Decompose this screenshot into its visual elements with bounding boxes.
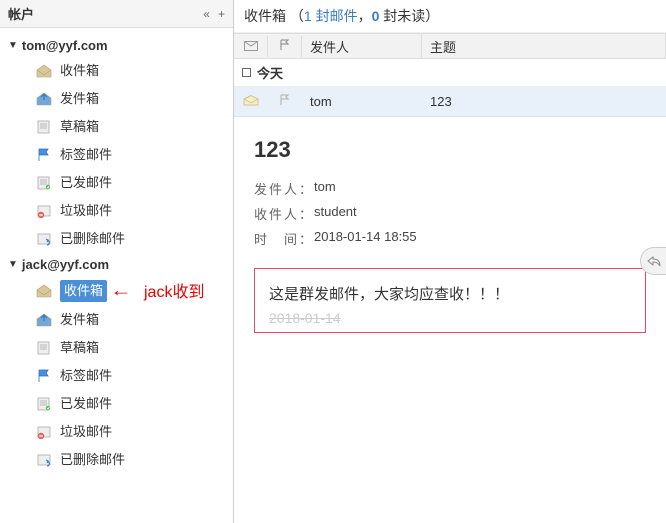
tagged-icon xyxy=(36,148,52,162)
sent-icon xyxy=(36,176,52,190)
folder-label: 发件箱 xyxy=(60,310,99,330)
mail-preview: 123 发件人： tom 收件人： student 时 间： 2018-01-1… xyxy=(234,117,666,523)
folder-label: 已发邮件 xyxy=(60,173,112,193)
folder-label: 草稿箱 xyxy=(60,338,99,358)
folder-label: 草稿箱 xyxy=(60,117,99,137)
sidebar-header: 帐户 « + xyxy=(0,0,233,28)
account-node[interactable]: ▼ tom@yyf.com xyxy=(0,34,233,57)
account-tree: ▼tom@yyf.com收件箱发件箱草稿箱标签邮件已发邮件垃圾邮件已删除邮件▼j… xyxy=(0,28,233,523)
folder-sent[interactable]: 已发邮件 xyxy=(0,169,233,197)
col-read-icon[interactable] xyxy=(234,36,268,57)
drafts-icon xyxy=(36,341,52,355)
col-flag-icon[interactable] xyxy=(268,36,302,57)
trash-icon xyxy=(36,425,52,439)
caret-down-icon: ▼ xyxy=(8,259,18,270)
count-total: 1 封邮件 xyxy=(304,8,358,24)
sender-label: 发件人： xyxy=(254,179,314,198)
mail-row[interactable]: tom123 xyxy=(234,87,666,117)
collapse-icon[interactable]: « xyxy=(203,7,210,21)
account-node[interactable]: ▼ jack@yyf.com xyxy=(0,253,233,276)
folder-label: 已删除邮件 xyxy=(60,450,125,470)
recipient-label: 收件人： xyxy=(254,204,314,223)
row-subject: 123 xyxy=(422,91,666,112)
group-today[interactable]: 今天 xyxy=(234,59,666,87)
folder-label: 发件箱 xyxy=(60,89,99,109)
folder-inbox[interactable]: 收件箱 xyxy=(0,276,233,306)
drafts-icon xyxy=(36,120,52,134)
folder-label: 收件箱 xyxy=(60,61,99,81)
mail-rows: tom123 xyxy=(234,87,666,117)
preview-time: 2018-01-14 18:55 xyxy=(314,229,417,248)
add-account-icon[interactable]: + xyxy=(218,7,225,21)
tagged-icon xyxy=(36,369,52,383)
outbox-icon xyxy=(36,92,52,106)
sidebar-controls: « + xyxy=(203,7,225,21)
mail-list-title: 收件箱 （1 封邮件，0 封未读） xyxy=(234,0,666,33)
mail-counts: （1 封邮件，0 封未读） xyxy=(290,8,439,24)
inbox-icon xyxy=(36,284,52,298)
folder-sent[interactable]: 已发邮件 xyxy=(0,390,233,418)
collapse-square-icon xyxy=(242,68,251,77)
folder-label: 已删除邮件 xyxy=(60,229,125,249)
folder-drafts[interactable]: 草稿箱 xyxy=(0,113,233,141)
reply-tab[interactable] xyxy=(640,247,666,275)
folder-label: 已发邮件 xyxy=(60,394,112,414)
folder-label: 标签邮件 xyxy=(60,366,112,386)
preview-body-box: 这是群发邮件，大家均应查收！！！ 2018-01-14 xyxy=(254,268,646,333)
folder-deleted[interactable]: 已删除邮件 xyxy=(0,225,233,253)
mail-list-header: 发件人 主题 xyxy=(234,33,666,59)
folder-label: 垃圾邮件 xyxy=(60,201,112,221)
outbox-icon xyxy=(36,313,52,327)
caret-down-icon: ▼ xyxy=(8,40,18,51)
folder-trash[interactable]: 垃圾邮件 xyxy=(0,197,233,225)
folder-drafts[interactable]: 草稿箱 xyxy=(0,334,233,362)
folder-trash[interactable]: 垃圾邮件 xyxy=(0,418,233,446)
main-pane: 收件箱 （1 封邮件，0 封未读） 发件人 主题 今天 tom123 123 发… xyxy=(234,0,666,523)
col-subject[interactable]: 主题 xyxy=(422,34,666,59)
folder-deleted[interactable]: 已删除邮件 xyxy=(0,446,233,474)
read-status-icon xyxy=(234,91,268,112)
folder-outbox[interactable]: 发件箱 xyxy=(0,306,233,334)
row-sender: tom xyxy=(302,91,422,112)
account-email: jack@yyf.com xyxy=(22,257,109,272)
sidebar-title: 帐户 xyxy=(8,4,203,23)
folder-tagged[interactable]: 标签邮件 xyxy=(0,362,233,390)
folder-inbox[interactable]: 收件箱 xyxy=(0,57,233,85)
col-sender[interactable]: 发件人 xyxy=(302,34,422,59)
deleted-icon xyxy=(36,453,52,467)
preview-recipient: student xyxy=(314,204,357,223)
preview-subject: 123 xyxy=(254,137,646,163)
folder-outbox[interactable]: 发件箱 xyxy=(0,85,233,113)
account-email: tom@yyf.com xyxy=(22,38,108,53)
folder-name: 收件箱 xyxy=(244,8,286,24)
trash-icon xyxy=(36,204,52,218)
time-label: 时 间： xyxy=(254,229,314,248)
folder-tagged[interactable]: 标签邮件 xyxy=(0,141,233,169)
preview-sender: tom xyxy=(314,179,336,198)
sent-icon xyxy=(36,397,52,411)
folder-label: 垃圾邮件 xyxy=(60,422,112,442)
folder-label: 收件箱 xyxy=(60,280,107,302)
sidebar: 帐户 « + ▼tom@yyf.com收件箱发件箱草稿箱标签邮件已发邮件垃圾邮件… xyxy=(0,0,234,523)
group-label: 今天 xyxy=(257,63,283,82)
flag-icon[interactable] xyxy=(268,91,302,112)
inbox-icon xyxy=(36,64,52,78)
deleted-icon xyxy=(36,232,52,246)
preview-body-date: 2018-01-14 xyxy=(269,310,631,326)
folder-label: 标签邮件 xyxy=(60,145,112,165)
preview-body-text: 这是群发邮件，大家均应查收！！！ xyxy=(269,283,631,304)
